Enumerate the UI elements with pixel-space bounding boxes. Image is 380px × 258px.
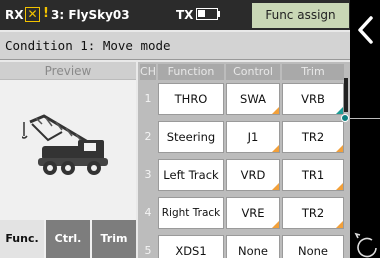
control-cell[interactable]: J1 <box>226 121 280 153</box>
function-cell[interactable]: Right Track <box>158 197 224 229</box>
tab-trim[interactable]: Trim <box>92 220 136 258</box>
control-cell[interactable]: VRE <box>226 197 280 229</box>
function-cell-label: Left Track <box>163 168 219 182</box>
edit-marker-icon <box>272 107 279 114</box>
channel-number: 4 <box>144 206 152 219</box>
preview-header: Preview <box>0 62 136 80</box>
control-cell-label: VRE <box>241 206 265 220</box>
condition-label: Condition 1: Move mode <box>5 38 171 53</box>
preview-panel: Preview Func. Ctrl. Trim <box>0 62 136 258</box>
trim-cell[interactable]: TR2 <box>282 121 344 153</box>
edit-marker-icon <box>272 145 279 152</box>
trim-cell[interactable]: TR2 <box>282 197 344 229</box>
channel-number: 1 <box>144 92 152 105</box>
header-function: Function <box>158 64 224 80</box>
function-cell-label: XDS1 <box>175 244 207 258</box>
trim-cell-label: TR2 <box>301 206 325 220</box>
function-cell[interactable]: Left Track <box>158 159 224 191</box>
edit-marker-icon <box>272 221 279 228</box>
control-cell-label: J1 <box>247 130 259 144</box>
screen: RX ✕ ! 3: FlySky03 TX Func assign Condit… <box>0 0 350 258</box>
trim-cell[interactable]: VRB <box>282 83 344 115</box>
scrollbar-thumb[interactable] <box>344 78 348 112</box>
function-cell[interactable]: XDS1 <box>158 235 224 258</box>
status-bar: RX ✕ ! 3: FlySky03 TX Func assign <box>0 0 350 30</box>
scroll-indicator-dot[interactable] <box>341 114 349 122</box>
tab-func-assign[interactable]: Func assign <box>252 3 349 28</box>
control-cell-label: None <box>237 244 268 258</box>
control-cell[interactable]: None <box>226 235 280 258</box>
condition-bar[interactable]: Condition 1: Move mode <box>0 32 350 60</box>
function-cell-label: Right Track <box>161 207 221 219</box>
edit-marker-icon <box>336 145 343 152</box>
tab-ctrl[interactable]: Ctrl. <box>46 220 90 258</box>
rotate-icon[interactable] <box>352 226 380 258</box>
edit-marker-icon <box>272 183 279 190</box>
header-trim: Trim <box>282 64 344 80</box>
header-ch: CH <box>140 64 156 80</box>
trim-cell-label: TR1 <box>301 168 325 182</box>
edit-marker-icon <box>336 183 343 190</box>
chevron-left-icon[interactable] <box>352 10 380 50</box>
function-cell-label: Steering <box>166 130 216 144</box>
control-cell-label: SWA <box>240 92 266 106</box>
function-table: CH Function Control Trim 1 THRO SWA VRB 2 Ste… <box>138 62 350 258</box>
indicator-line <box>347 118 380 119</box>
battery-icon <box>196 8 218 20</box>
trim-cell[interactable]: None <box>282 235 344 258</box>
edit-marker-icon <box>336 221 343 228</box>
alert-icon: ! <box>43 6 49 21</box>
channel-number: 3 <box>144 168 152 181</box>
trim-cell[interactable]: TR1 <box>282 159 344 191</box>
warning-icon: ✕ <box>25 7 40 22</box>
tab-func[interactable]: Func. <box>0 220 44 258</box>
battery-tip <box>218 11 220 17</box>
preview-tabs: Func. Ctrl. Trim <box>0 220 136 258</box>
channel-number: 2 <box>144 130 152 143</box>
crane-truck-icon <box>22 114 108 175</box>
edit-marker-icon <box>336 107 343 114</box>
channel-number: 5 <box>144 244 152 257</box>
tx-label: TX <box>176 8 194 22</box>
header-control: Control <box>226 64 280 80</box>
trim-cell-label: VRB <box>301 92 325 106</box>
function-cell-label: THRO <box>174 92 208 106</box>
model-name: 3: FlySky03 <box>51 8 130 22</box>
control-cell-label: VRD <box>240 168 266 182</box>
trim-cell-label: TR2 <box>301 130 325 144</box>
function-cell[interactable]: Steering <box>158 121 224 153</box>
trim-cell-label: None <box>297 244 328 258</box>
rx-label: RX <box>5 8 24 22</box>
function-cell[interactable]: THRO <box>158 83 224 115</box>
control-cell[interactable]: SWA <box>226 83 280 115</box>
control-cell[interactable]: VRD <box>226 159 280 191</box>
